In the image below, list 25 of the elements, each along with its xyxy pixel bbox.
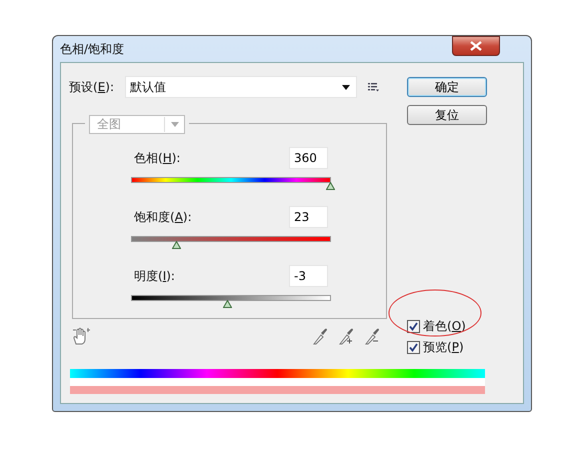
list-menu-icon[interactable]	[368, 82, 379, 92]
close-button[interactable]	[452, 36, 500, 56]
dropdown-arrow-icon	[171, 122, 179, 127]
checkbox-label: 预览(P)	[423, 339, 464, 356]
preset-label: 预设(E):	[69, 78, 116, 96]
dialog-button[interactable]: 复位	[407, 105, 487, 125]
checkbox[interactable]	[407, 320, 420, 333]
subtract-eyedropper-icon[interactable]	[364, 327, 380, 345]
value-field[interactable]: 360	[289, 147, 328, 169]
slider-thumb[interactable]	[326, 182, 335, 190]
dialog-button[interactable]: 确定	[407, 77, 487, 97]
slider-label: 色相(H):	[134, 150, 180, 166]
slider-label: 明度(I):	[134, 268, 175, 284]
dropdown-arrow-icon	[342, 84, 350, 90]
checkbox[interactable]	[407, 341, 420, 354]
slider-label: 饱和度(A):	[134, 208, 192, 226]
add-eyedropper-icon[interactable]	[338, 327, 354, 345]
close-icon	[470, 41, 482, 51]
preset-dropdown[interactable]: 默认值	[125, 76, 357, 98]
eyedropper-icon[interactable]	[312, 327, 328, 345]
checkbox-label: 着色(O)	[423, 318, 466, 335]
window-title: 色相/饱和度	[60, 40, 124, 58]
value-field[interactable]: 23	[289, 206, 328, 228]
value-field[interactable]: -3	[289, 265, 328, 287]
hand-adjust-icon[interactable]	[72, 327, 90, 345]
